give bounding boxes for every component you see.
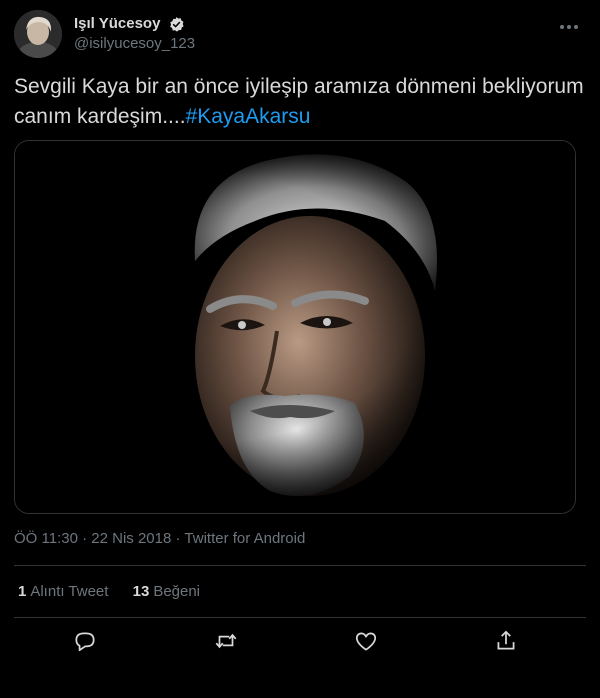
- meta-separator: ·: [77, 530, 92, 547]
- quote-count: 1: [18, 583, 27, 600]
- like-count: 13: [132, 583, 150, 600]
- share-icon[interactable]: [493, 628, 519, 654]
- tweet-header: Işıl Yücesoy @isilyucesoy_123: [14, 10, 586, 58]
- tweet-stats: 1 Alıntı Tweet 13 Beğeni: [18, 582, 220, 602]
- tweet-date[interactable]: 22 Nis 2018: [91, 530, 171, 547]
- tweet-text: Sevgili Kaya bir an önce iyileşip aramız…: [14, 72, 586, 132]
- quote-label: Alıntı Tweet: [30, 583, 109, 600]
- verified-badge-icon: [168, 16, 185, 33]
- divider: [14, 617, 586, 618]
- reply-icon[interactable]: [72, 628, 98, 654]
- display-name[interactable]: Işıl Yücesoy: [74, 14, 160, 34]
- like-label: Beğeni: [153, 583, 201, 600]
- likes-stat[interactable]: 13 Beğeni: [133, 582, 200, 602]
- retweet-icon[interactable]: [213, 628, 239, 654]
- tweet-photo[interactable]: [14, 140, 576, 514]
- like-heart-icon[interactable]: [353, 628, 379, 654]
- tweet-meta: ÖÖ 11:30 · 22 Nis 2018 · Twitter for And…: [14, 529, 305, 549]
- user-info: Işıl Yücesoy @isilyucesoy_123: [74, 14, 195, 54]
- more-options-icon[interactable]: [558, 16, 580, 38]
- tweet-time[interactable]: ÖÖ 11:30: [14, 530, 78, 547]
- quote-tweets-stat[interactable]: 1 Alıntı Tweet: [18, 582, 108, 602]
- hashtag-link[interactable]: #KayaAkarsu: [186, 105, 311, 128]
- tweet-actions: [14, 624, 586, 658]
- tweet-source[interactable]: Twitter for Android: [184, 530, 305, 547]
- meta-separator: ·: [171, 530, 185, 547]
- avatar[interactable]: [14, 10, 62, 58]
- portrait-photo: [15, 141, 575, 513]
- divider: [14, 565, 586, 566]
- user-handle[interactable]: @isilyucesoy_123: [74, 34, 195, 54]
